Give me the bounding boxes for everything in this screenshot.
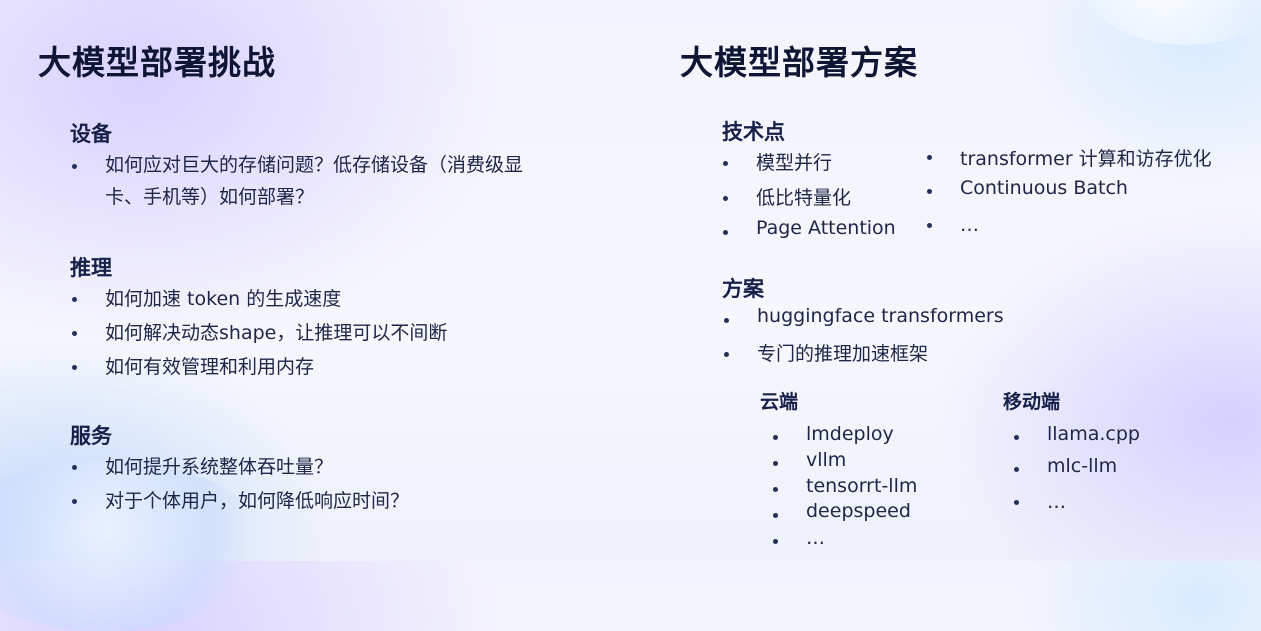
plan-item-hf-transformers: huggingface transformers bbox=[757, 305, 1004, 327]
bullet bbox=[773, 435, 778, 440]
bullet bbox=[773, 513, 778, 518]
bullet bbox=[927, 189, 932, 194]
bullet bbox=[72, 164, 77, 169]
inference-item-2: 如何解决动态shape，让推理可以不间断 bbox=[105, 322, 448, 344]
tech-item-model-parallel: 模型并行 bbox=[756, 152, 833, 174]
inference-item-3: 如何有效管理和利用内存 bbox=[105, 356, 315, 378]
tech-item-low-bit-quant: 低比特量化 bbox=[756, 187, 852, 209]
tech-heading: 技术点 bbox=[722, 120, 785, 144]
tech-item-continuous-batch: Continuous Batch bbox=[960, 177, 1128, 199]
bullet bbox=[1014, 435, 1019, 440]
bullet bbox=[72, 465, 77, 470]
cloud-item-vllm: vllm bbox=[806, 449, 847, 471]
cloud-heading: 云端 bbox=[760, 391, 799, 413]
mobile-item-ellipsis: … bbox=[1047, 491, 1066, 513]
bullet bbox=[72, 331, 77, 336]
bullet bbox=[72, 365, 77, 370]
right-title: 大模型部署方案 bbox=[680, 43, 918, 82]
left-title: 大模型部署挑战 bbox=[38, 43, 276, 82]
mobile-item-mlc-llm: mlc-llm bbox=[1047, 455, 1118, 477]
bullet bbox=[723, 196, 728, 201]
tech-item-page-attention: Page Attention bbox=[756, 217, 896, 239]
cloud-item-tensorrt-llm: tensorrt-llm bbox=[806, 475, 918, 497]
inference-item-1: 如何加速 token 的生成速度 bbox=[105, 288, 342, 310]
device-item-1: 如何应对巨大的存储问题？低存储设备（消费级显卡、手机等）如何部署？ bbox=[105, 154, 524, 208]
tech-item-transformer-opt: transformer 计算和访存优化 bbox=[960, 148, 1212, 170]
bullet bbox=[927, 223, 932, 228]
cloud-item-lmdeploy: lmdeploy bbox=[806, 423, 894, 445]
bullet bbox=[927, 155, 932, 160]
service-item-1: 如何提升系统整体吞吐量？ bbox=[105, 456, 334, 478]
bullet bbox=[724, 318, 729, 323]
bullet bbox=[773, 539, 778, 544]
bullet bbox=[723, 230, 728, 235]
section-heading-service: 服务 bbox=[70, 424, 112, 448]
bullet bbox=[773, 461, 778, 466]
decorative-orb-top-right bbox=[1071, 0, 1261, 45]
tech-item-ellipsis: … bbox=[960, 214, 979, 236]
bullet bbox=[72, 297, 77, 302]
cloud-item-deepspeed: deepspeed bbox=[806, 500, 911, 522]
bullet bbox=[72, 499, 77, 504]
bullet bbox=[773, 487, 778, 492]
bullet bbox=[1014, 500, 1019, 505]
plan-item-dedicated-frameworks: 专门的推理加速框架 bbox=[757, 343, 929, 365]
service-item-2: 对于个体用户，如何降低响应时间？ bbox=[105, 490, 410, 512]
section-heading-device: 设备 bbox=[70, 122, 112, 146]
plan-heading: 方案 bbox=[722, 277, 764, 301]
bullet bbox=[723, 161, 728, 166]
bullet bbox=[724, 352, 729, 357]
bullet bbox=[1014, 467, 1019, 472]
section-heading-inference: 推理 bbox=[70, 256, 112, 280]
cloud-item-ellipsis: … bbox=[806, 527, 825, 549]
mobile-item-llama-cpp: llama.cpp bbox=[1047, 423, 1140, 445]
mobile-heading: 移动端 bbox=[1003, 391, 1061, 413]
